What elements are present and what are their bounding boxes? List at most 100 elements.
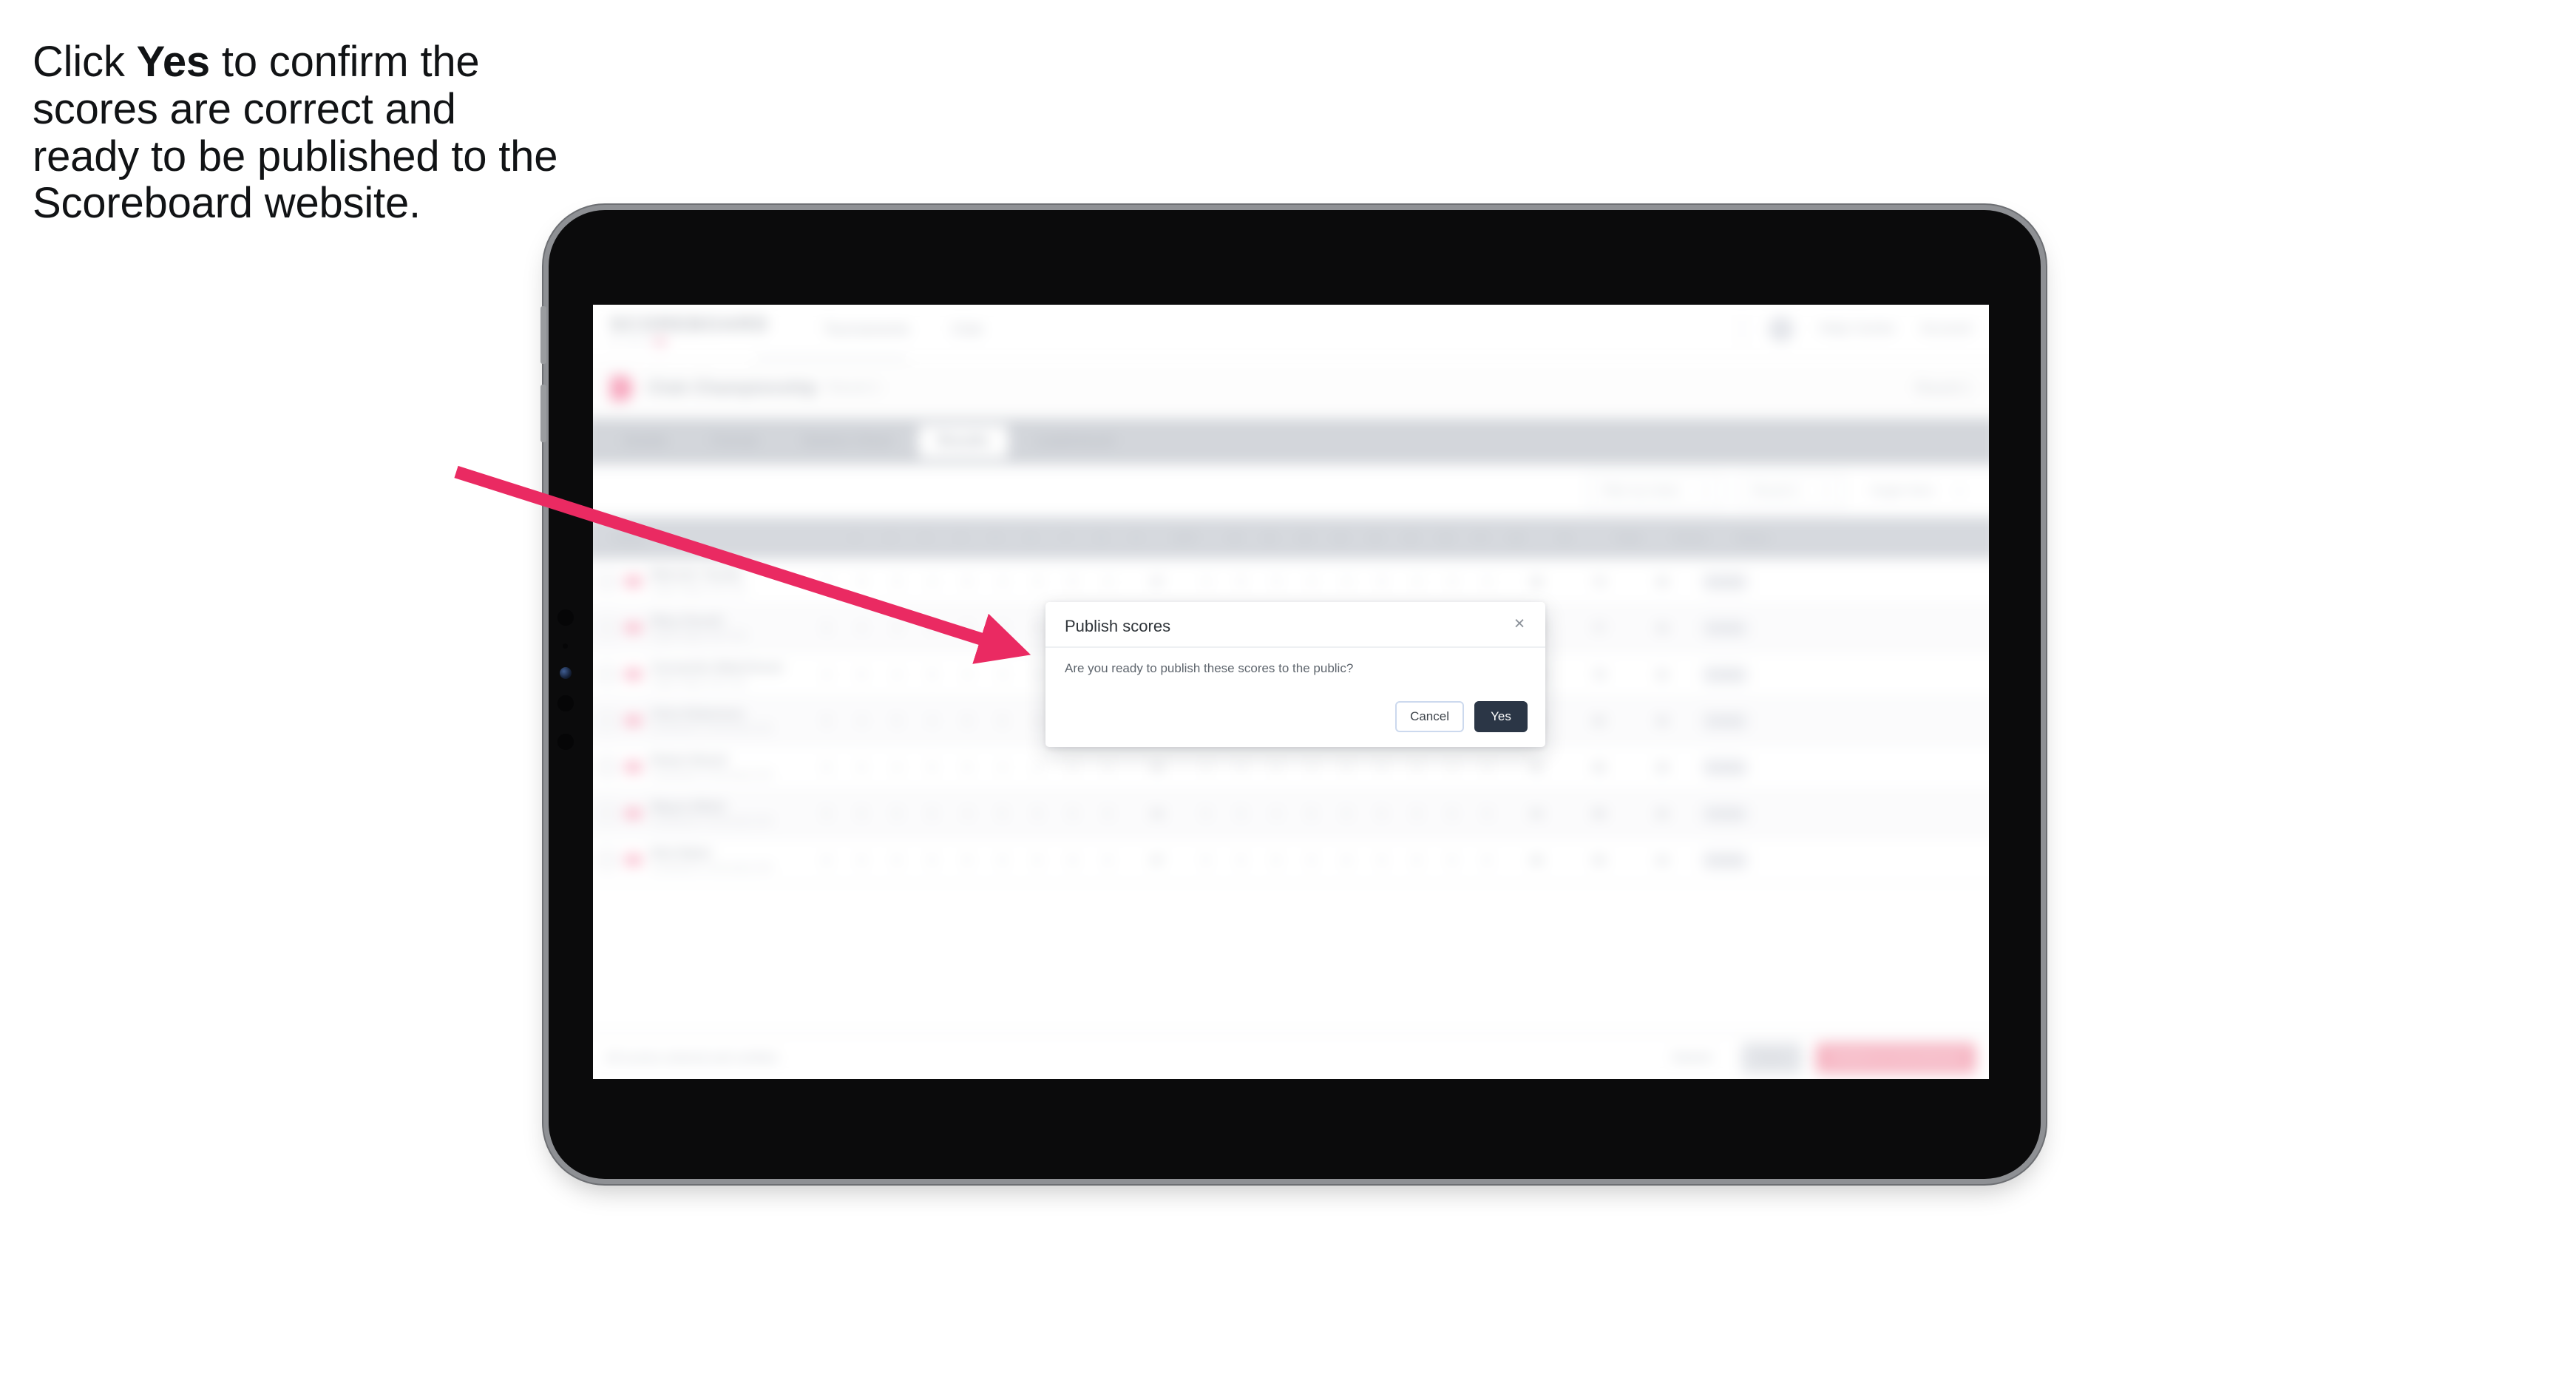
score-cell[interactable]: 4 — [879, 668, 915, 680]
tab-starters-sheet[interactable]: Starters Sheet — [782, 425, 912, 459]
filter-holes-select[interactable]: Filter by holes ▼ — [1587, 473, 1724, 509]
yes-button[interactable]: Yes — [1474, 701, 1528, 732]
score-cell[interactable]: 5 — [844, 853, 880, 866]
score-cell[interactable]: 5 — [1294, 807, 1329, 819]
score-cell[interactable]: 5 — [1434, 807, 1470, 819]
score-cell[interactable]: 5 — [950, 853, 986, 866]
score-cell[interactable]: 3 — [1434, 575, 1470, 588]
score-cell[interactable]: 6 — [809, 853, 844, 866]
score-cell[interactable]: 5 — [1258, 853, 1294, 866]
score-cell[interactable]: 4 — [985, 668, 1020, 680]
score-cell[interactable]: 5 — [985, 853, 1020, 866]
score-cell[interactable]: 5 — [1470, 807, 1505, 819]
footer-cancel-button[interactable]: Cancel — [1655, 1043, 1728, 1075]
tab-format[interactable]: Format — [692, 425, 776, 459]
table-row[interactable]: Robert Brand Southlands Community Golf 5 5 4… — [593, 745, 1989, 791]
score-cell[interactable]: 4 — [915, 714, 950, 727]
score-cell[interactable]: 5 — [844, 668, 880, 680]
score-cell[interactable]: 5 — [1188, 807, 1224, 819]
score-cell[interactable]: 4 — [809, 668, 844, 680]
score-cell[interactable]: 4 — [844, 621, 880, 634]
score-cell[interactable]: 5 — [1434, 853, 1470, 866]
score-cell[interactable]: 5 — [1224, 575, 1259, 588]
table-row[interactable]: Wayne Elliott Southlands Community Golf 5 5… — [593, 791, 1989, 838]
score-cell[interactable]: 4 — [1188, 575, 1224, 588]
score-cell[interactable]: 4 — [1400, 575, 1435, 588]
score-cell[interactable]: 5 — [1055, 575, 1091, 588]
score-cell[interactable]: 4 — [985, 621, 1020, 634]
score-cell[interactable]: 4 — [915, 575, 950, 588]
table-row[interactable]: Nick Baker Southlands Community Golf 6 5 5 5 5… — [593, 837, 1989, 885]
score-cell[interactable]: 5 — [950, 621, 986, 634]
score-cell[interactable]: 5 — [1470, 761, 1505, 774]
score-cell[interactable]: 5 — [1224, 853, 1259, 866]
score-cell[interactable]: 5 — [1091, 853, 1126, 866]
score-cell[interactable]: 5 — [879, 853, 915, 866]
row-checkbox[interactable] — [597, 758, 617, 777]
score-cell[interactable]: 4 — [915, 621, 950, 634]
score-cell[interactable]: 4 — [844, 714, 880, 727]
score-cell[interactable]: 5 — [809, 714, 844, 727]
score-cell[interactable]: 6 — [1055, 853, 1091, 866]
nav-link-tournaments[interactable]: Tournaments — [823, 321, 909, 338]
device-button-bottom[interactable] — [540, 385, 546, 442]
score-cell[interactable]: 5 — [1258, 761, 1294, 774]
score-cell[interactable]: 4 — [879, 761, 915, 774]
score-cell[interactable]: 5 — [1364, 807, 1400, 819]
score-cell[interactable]: 5 — [950, 761, 986, 774]
row-checkbox[interactable] — [597, 572, 617, 591]
score-cell[interactable]: 5 — [985, 807, 1020, 819]
score-cell[interactable]: 6 — [1329, 853, 1365, 866]
tab-results[interactable]: Results — [918, 425, 1009, 459]
nav-link-account[interactable]: Account — [1920, 321, 1971, 337]
score-cell[interactable]: 5 — [1091, 807, 1126, 819]
score-cell[interactable]: 5 — [915, 761, 950, 774]
nines-select[interactable]: Eagle Nine ▼ — [1860, 475, 1976, 507]
score-cell[interactable]: 4 — [879, 621, 915, 634]
footer-save-button[interactable]: Save — [1741, 1042, 1803, 1075]
score-cell[interactable]: 4 — [1258, 807, 1294, 819]
score-cell[interactable]: 3 — [879, 575, 915, 588]
score-cell[interactable]: 5 — [1364, 853, 1400, 866]
tab-leaderboard[interactable]: Leaderboard — [1014, 425, 1134, 459]
avatar[interactable] — [1768, 316, 1794, 342]
score-cell[interactable]: 5 — [1364, 575, 1400, 588]
score-cell[interactable]: 4 — [950, 807, 986, 819]
round-select[interactable]: Round 1 ▼ — [1738, 473, 1845, 509]
score-cell[interactable]: 3 — [1258, 575, 1294, 588]
score-cell[interactable]: 5 — [950, 575, 986, 588]
score-cell[interactable]: 5 — [985, 714, 1020, 727]
footer-publish-button[interactable]: Publish to Scoreboard — [1815, 1042, 1976, 1075]
score-cell[interactable]: 5 — [1224, 807, 1259, 819]
score-cell[interactable]: 5 — [1020, 807, 1056, 819]
score-cell[interactable]: 5 — [844, 807, 880, 819]
score-cell[interactable]: 5 — [809, 761, 844, 774]
score-cell[interactable]: 5 — [1400, 807, 1435, 819]
score-cell[interactable]: 4 — [1434, 761, 1470, 774]
row-checkbox[interactable] — [597, 665, 617, 683]
score-cell[interactable]: 5 — [1091, 761, 1126, 774]
score-cell[interactable]: 4 — [985, 761, 1020, 774]
score-cell[interactable]: 4 — [1470, 575, 1505, 588]
score-cell[interactable]: 4 — [809, 575, 844, 588]
score-cell[interactable]: 5 — [1020, 853, 1056, 866]
score-cell[interactable]: 5 — [915, 853, 950, 866]
score-cell[interactable]: 5 — [844, 575, 880, 588]
row-checkbox[interactable] — [597, 804, 617, 823]
score-cell[interactable]: 5 — [879, 714, 915, 727]
row-checkbox[interactable] — [597, 711, 617, 730]
row-checkbox[interactable] — [597, 851, 617, 869]
score-cell[interactable]: 5 — [879, 807, 915, 819]
nav-link-help-centre[interactable]: Help Centre — [1819, 321, 1895, 337]
score-cell[interactable]: 4 — [1329, 575, 1365, 588]
score-cell[interactable]: 5 — [1224, 761, 1259, 774]
score-cell[interactable]: 5 — [1020, 761, 1056, 774]
score-cell[interactable]: 5 — [1400, 761, 1435, 774]
brand-block[interactable]: SCOREBOARD BY GOLF — [610, 312, 769, 346]
table-row[interactable]: Malcolm Tamaki Eagle Ridge Golf Club 4 5 3 4 5… — [593, 559, 1989, 606]
row-checkbox[interactable] — [597, 618, 617, 638]
score-cell[interactable]: 5 — [1055, 761, 1091, 774]
score-cell[interactable]: 5 — [844, 761, 880, 774]
score-cell[interactable]: 4 — [950, 668, 986, 680]
score-cell[interactable]: 5 — [915, 807, 950, 819]
